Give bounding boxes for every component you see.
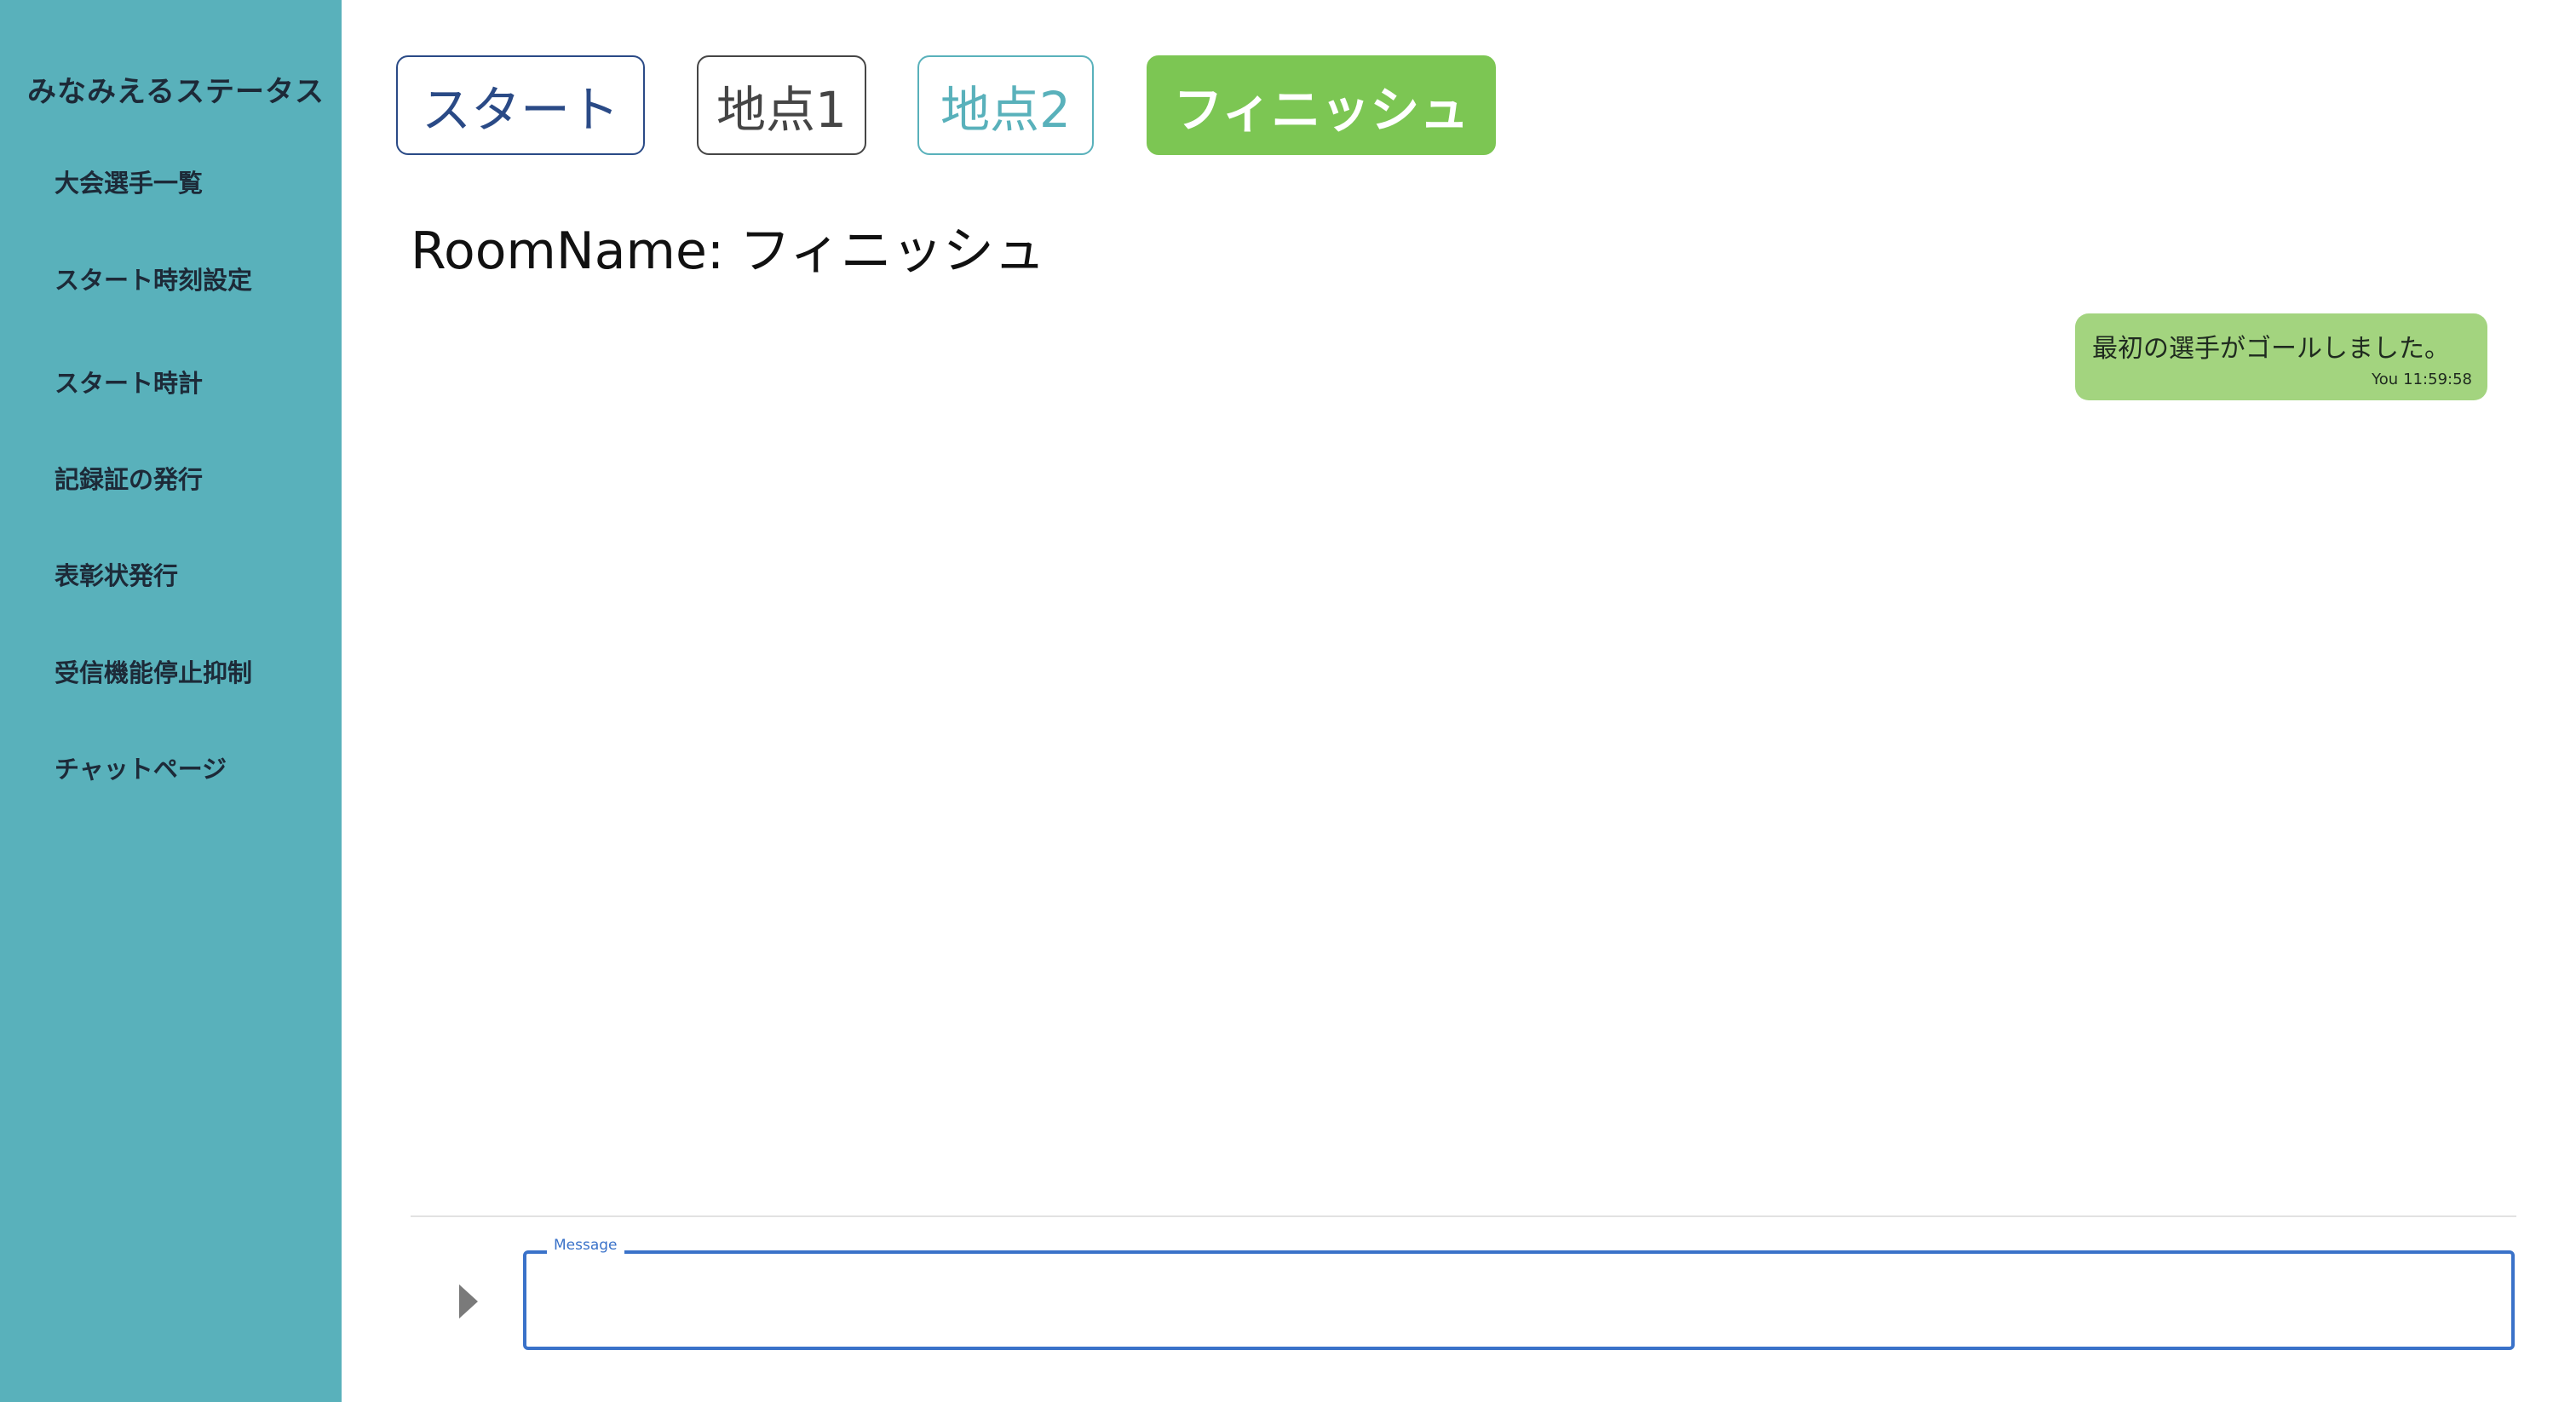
sidebar-item-chat-page[interactable]: チャットページ — [55, 750, 227, 785]
tab-point-1[interactable]: 地点1 — [697, 55, 866, 155]
room-name-value: フィニッシュ — [739, 221, 1045, 281]
composer-divider — [411, 1215, 2516, 1217]
room-name-heading: RoomName: フィニッシュ — [411, 210, 1045, 284]
tab-point-2[interactable]: 地点2 — [917, 55, 1094, 155]
message-field-label: Message — [547, 1237, 624, 1254]
room-name-label: RoomName: — [411, 221, 725, 281]
sidebar-title[interactable]: みなみえるステータス — [27, 68, 325, 110]
message-input[interactable] — [543, 1271, 2498, 1332]
sidebar-item-award-certificate[interactable]: 表彰状発行 — [55, 556, 178, 592]
message-time: 11:59:58 — [2403, 371, 2472, 388]
tab-finish[interactable]: フィニッシュ — [1147, 55, 1496, 155]
message-field: Message — [523, 1237, 2515, 1350]
expand-arrow-icon[interactable] — [459, 1284, 478, 1319]
sidebar: みなみえるステータス 大会選手一覧 スタート時刻設定 スタート時計 記録証の発行… — [0, 0, 342, 1402]
app-root: みなみえるステータス 大会選手一覧 スタート時刻設定 スタート時計 記録証の発行… — [0, 0, 2576, 1402]
sidebar-item-athlete-list[interactable]: 大会選手一覧 — [55, 164, 203, 199]
message-meta: You 11:59:58 — [2372, 371, 2472, 388]
tab-start[interactable]: スタート — [396, 55, 645, 155]
chat-message: 最初の選手がゴールしました。 You 11:59:58 — [2075, 313, 2487, 400]
sidebar-item-start-time-settings[interactable]: スタート時刻設定 — [55, 261, 252, 296]
message-text: 最初の選手がゴールしました。 — [2092, 334, 2450, 364]
sidebar-item-receiver-suppression[interactable]: 受信機能停止抑制 — [55, 653, 252, 689]
sidebar-item-start-clock[interactable]: スタート時計 — [55, 364, 203, 399]
sidebar-item-record-certificate[interactable]: 記録証の発行 — [55, 460, 203, 496]
message-sender: You — [2372, 371, 2399, 388]
